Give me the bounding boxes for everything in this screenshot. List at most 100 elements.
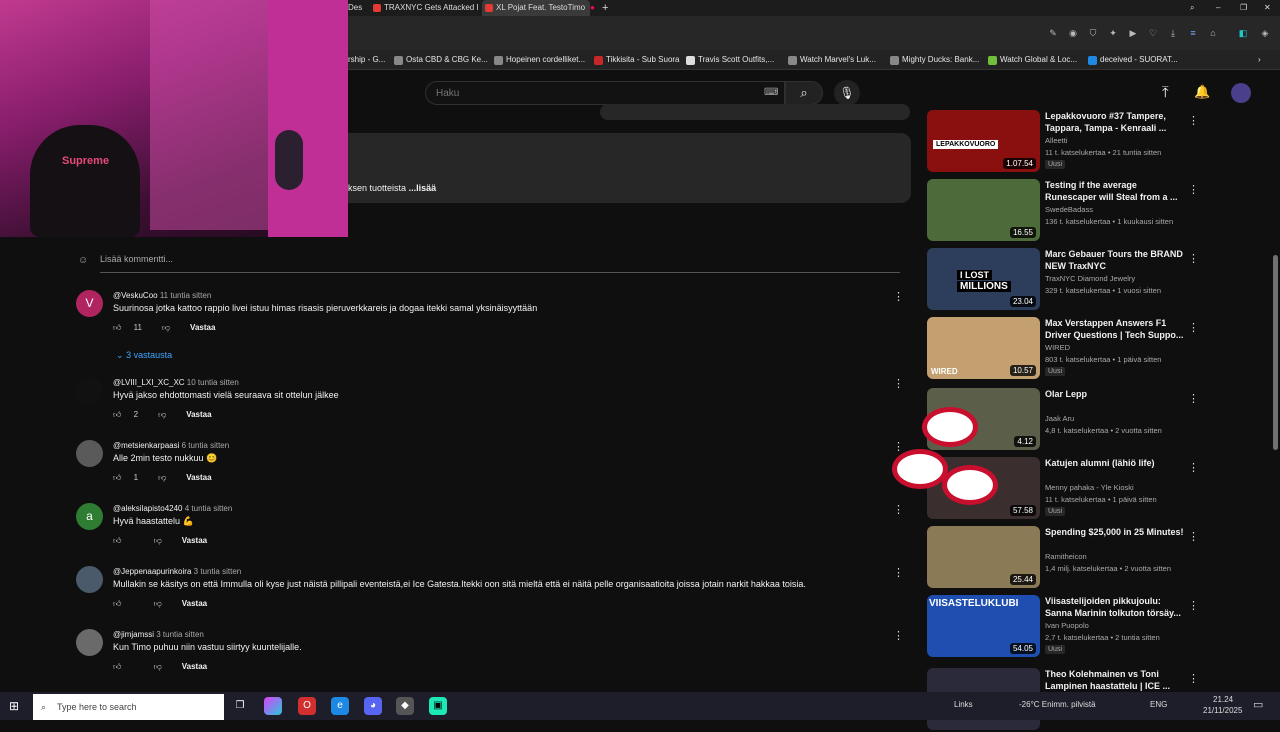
app-icon[interactable]: ◆ [396, 697, 414, 715]
recommended-video[interactable]: 23.04 I LOST MILLIONS Marc Gebauer Tours th… [927, 248, 1199, 312]
video-title[interactable]: Lepakkovuoro #37 Tampere, Tappara, Tampa… [1045, 110, 1185, 134]
more-options-icon[interactable]: ⋮ [1188, 392, 1199, 405]
opera-icon[interactable]: O [298, 697, 316, 715]
sidebar-icon[interactable]: ◧ [1238, 28, 1248, 38]
recommended-video[interactable]: 1.07.54 LEPAKKOVUORO Lepakkovuoro #37 Tamp… [927, 110, 1199, 174]
more-options-icon[interactable]: ⋮ [1188, 599, 1199, 612]
search-box[interactable]: ⌨ [425, 81, 785, 105]
recommended-video[interactable]: 54.05 VIISASTELUKLUBI Viisastelijoiden pik… [927, 595, 1199, 659]
reply-button[interactable]: Vastaa [186, 473, 211, 482]
copilot-icon[interactable] [264, 697, 282, 715]
video-channel[interactable]: Ramitheicon [1045, 552, 1087, 561]
reply-button[interactable]: Vastaa [182, 599, 207, 608]
recommended-video[interactable]: 16.55 Testing if the average Runescaper w… [927, 179, 1199, 243]
comment-author[interactable]: @jimjamssi [113, 630, 154, 639]
heart-icon[interactable]: ♡ [1148, 28, 1158, 38]
lock-icon[interactable]: ⌂ [1208, 28, 1218, 38]
recommended-video[interactable]: 10.57 WIRED Max Verstappen Answers F1 Driv… [927, 317, 1199, 381]
taskbar-search[interactable]: ⌕ Type here to search [33, 694, 224, 720]
more-options-icon[interactable]: ⋮ [893, 377, 904, 390]
tab-2[interactable]: TRAXNYC Gets Attacked I [370, 0, 480, 16]
replies-toggle[interactable]: ⌄ 3 vastausta [116, 350, 172, 361]
edge-icon[interactable]: e [331, 697, 349, 715]
video-title[interactable]: Max Verstappen Answers F1 Driver Questio… [1045, 317, 1185, 341]
minimize-icon[interactable]: – [1216, 0, 1230, 16]
upload-icon[interactable]: ⤒ [1162, 84, 1169, 101]
video-thumbnail[interactable]: 23.04 I LOST MILLIONS [927, 248, 1040, 310]
video-channel[interactable]: Ivan Puopolo [1045, 621, 1089, 630]
like-button[interactable]: 👍︎ 1 [113, 473, 148, 482]
video-thumbnail[interactable]: 1.07.54 LEPAKKOVUORO [927, 110, 1040, 172]
bookmark-3[interactable]: Hopeinen cordelliket... [494, 50, 585, 70]
video-title[interactable]: Viisastelijoiden pikkujoulu: Sanna Marin… [1045, 595, 1185, 619]
bookmark-4[interactable]: Tikkisita - Sub Suora [594, 50, 680, 70]
like-button[interactable]: 👍︎ 11 [113, 323, 152, 332]
comment-time[interactable]: 11 tuntia sitten [160, 291, 211, 300]
weather-widget[interactable]: -26°C Enimm. pilvistä [1019, 700, 1096, 709]
windows-start-icon[interactable]: ⊞ [9, 699, 19, 713]
like-button[interactable]: 👍︎ [113, 536, 144, 545]
search-input[interactable] [426, 82, 726, 104]
tab-active[interactable]: XL Pojat Feat. TestoTimo [482, 0, 590, 16]
close-window-icon[interactable]: ✕ [1264, 0, 1278, 16]
video-channel[interactable]: Alleetti [1045, 136, 1068, 145]
comment-time[interactable]: 10 tuntia sitten [187, 378, 239, 387]
tab-1[interactable]: Des [348, 0, 368, 16]
video-channel[interactable]: WIRED [1045, 343, 1070, 352]
video-thumbnail[interactable]: 25.44 [927, 526, 1040, 588]
comment-author[interactable]: @aleksilapisto4240 [113, 504, 183, 513]
bookmark-2[interactable]: Osta CBD & CBG Ke... [394, 50, 488, 70]
bookmark-6[interactable]: Watch Marvel's Luk... [788, 50, 876, 70]
bookmark-7[interactable]: Mighty Ducks: Bank... [890, 50, 979, 70]
comment-time[interactable]: 3 tuntia sitten [194, 567, 242, 576]
reply-button[interactable]: Vastaa [182, 662, 207, 671]
notification-center-icon[interactable]: ▭ [1253, 698, 1263, 711]
reply-button[interactable]: Vastaa [186, 410, 211, 419]
video-thumbnail[interactable]: 16.55 [927, 179, 1040, 241]
avatar[interactable] [1231, 83, 1251, 103]
more-options-icon[interactable]: ⋮ [1188, 321, 1199, 334]
comment-author[interactable]: @metsienkarpaasi [113, 441, 179, 450]
clock-date[interactable]: 21/11/2025 [1203, 706, 1242, 715]
avatar[interactable] [76, 629, 103, 656]
comment-time[interactable]: 4 tuntia sitten [185, 504, 233, 513]
shield-icon[interactable]: ⛉ [1088, 28, 1098, 38]
comment-author[interactable]: @VeskuCoo [113, 291, 158, 300]
dislike-button[interactable]: 👎︎ [154, 599, 172, 608]
dislike-button[interactable]: 👎︎ [158, 473, 176, 482]
bookmark-8[interactable]: Watch Global & Loc... [988, 50, 1077, 70]
video-channel[interactable]: TraxNYC Diamond Jewelry [1045, 274, 1135, 283]
menu-icon[interactable]: ≡ [1188, 28, 1198, 38]
dislike-button[interactable]: 👎︎ [162, 323, 180, 332]
more-options-icon[interactable]: ⋮ [1188, 461, 1199, 474]
voice-search-button[interactable]: 🎙 [834, 80, 860, 106]
search-button[interactable]: ⌕ [785, 81, 823, 105]
download-icon[interactable]: ⤓ [1168, 28, 1178, 38]
bookmark-5[interactable]: Travis Scott Outfits,... [686, 50, 774, 70]
more-options-icon[interactable]: ⋮ [1188, 114, 1199, 127]
terminal-icon[interactable]: ▣ [429, 697, 447, 715]
scrollbar[interactable] [1273, 255, 1278, 450]
restore-icon[interactable]: ❐ [1240, 0, 1254, 16]
avatar[interactable]: V [76, 290, 103, 317]
avatar[interactable] [76, 377, 103, 404]
more-options-icon[interactable]: ⋮ [893, 629, 904, 642]
task-view-icon[interactable]: ❐ [231, 697, 249, 715]
bookmark-1[interactable]: rship - G... [348, 50, 385, 70]
play-icon[interactable]: ▶ [1128, 28, 1138, 38]
like-button[interactable]: 👍︎ [113, 599, 144, 608]
video-thumbnail[interactable]: 10.57 WIRED [927, 317, 1040, 379]
camera-icon[interactable]: ◉ [1068, 28, 1078, 38]
show-more-link[interactable]: ...lisää [409, 183, 437, 193]
comment-time[interactable]: 6 tuntia sitten [182, 441, 230, 450]
video-channel[interactable]: Jaak Aru [1045, 414, 1074, 423]
dislike-button[interactable]: 👎︎ [158, 410, 176, 419]
language-indicator[interactable]: ENG [1150, 700, 1167, 709]
notifications-icon[interactable]: 🔔 [1194, 84, 1210, 100]
avatar[interactable] [76, 566, 103, 593]
more-options-icon[interactable]: ⋮ [1188, 252, 1199, 265]
add-comment-input[interactable]: Lisää kommentti... [100, 254, 900, 273]
video-title[interactable]: Spending $25,000 in 25 Minutes! [1045, 526, 1185, 538]
cube-icon[interactable]: ◈ [1260, 28, 1270, 38]
video-title[interactable]: Olar Lepp [1045, 388, 1185, 400]
